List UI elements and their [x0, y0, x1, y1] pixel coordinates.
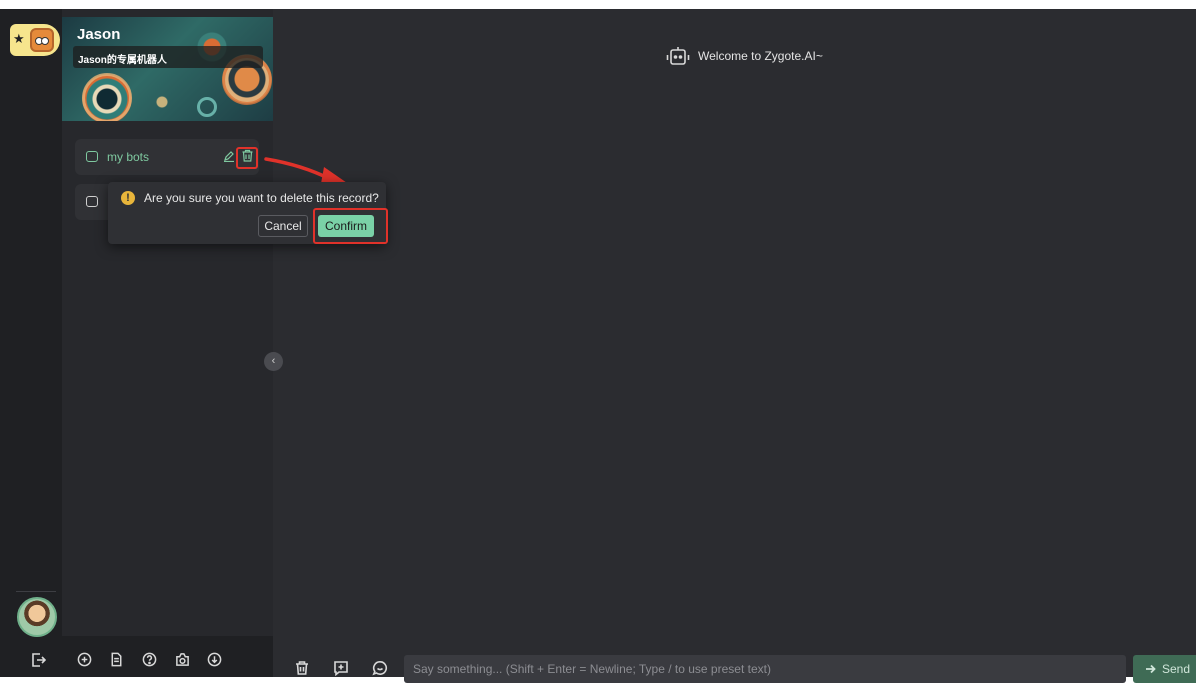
- logout-icon[interactable]: [30, 652, 46, 668]
- send-label: Send: [1162, 662, 1191, 676]
- conversation-label: my bots: [107, 150, 150, 164]
- chat-icon: [86, 196, 98, 207]
- cancel-button[interactable]: Cancel: [258, 215, 308, 237]
- send-arrow-icon: [1146, 664, 1156, 674]
- bot-name: Jason: [77, 26, 121, 43]
- bot-banner-image: Jason Jason的专属机器人: [62, 17, 273, 121]
- collapse-sidebar-button[interactable]: ‹: [264, 352, 283, 371]
- robot-icon: [666, 47, 690, 65]
- confirm-message: Are you sure you want to delete this rec…: [144, 191, 379, 205]
- download-icon[interactable]: [207, 652, 222, 667]
- rail-divider: [16, 591, 56, 592]
- clear-chat-trash-icon[interactable]: [294, 660, 310, 676]
- help-icon[interactable]: [142, 652, 157, 667]
- camera-icon[interactable]: [175, 652, 190, 667]
- document-icon[interactable]: [109, 652, 124, 667]
- star-icon: ★: [13, 31, 25, 46]
- robot-avatar-icon: [30, 28, 54, 52]
- trash-highlight-box: [236, 147, 258, 169]
- chat-icon: [86, 151, 98, 162]
- left-rail: ★: [0, 9, 62, 677]
- bot-description-box: Jason的专属机器人: [73, 46, 263, 68]
- message-input[interactable]: [404, 655, 1126, 683]
- bot-description: Jason的专属机器人: [78, 55, 167, 66]
- chat-bubble-icon[interactable]: [372, 660, 388, 676]
- welcome-text: Welcome to Zygote.AI~: [698, 49, 823, 63]
- sidebar-toolbar: [62, 636, 273, 677]
- welcome-header: Welcome to Zygote.AI~: [666, 45, 823, 67]
- sidebar: Jason Jason的专属机器人 my bots I: [62, 9, 273, 677]
- add-circle-icon[interactable]: [77, 652, 92, 667]
- conversation-item-my-bots[interactable]: my bots: [75, 139, 259, 175]
- confirm-highlight-box: [313, 208, 388, 244]
- user-avatar[interactable]: [17, 597, 57, 637]
- app-window: ★ Jason Jason的专属机器人 my bots ‹ Welcome to…: [0, 9, 1196, 683]
- warning-icon: !: [121, 191, 135, 205]
- send-button[interactable]: Send: [1133, 655, 1196, 683]
- bot-avatar-badge[interactable]: ★: [10, 24, 60, 56]
- edit-icon[interactable]: [223, 150, 235, 162]
- add-message-icon[interactable]: [333, 660, 349, 676]
